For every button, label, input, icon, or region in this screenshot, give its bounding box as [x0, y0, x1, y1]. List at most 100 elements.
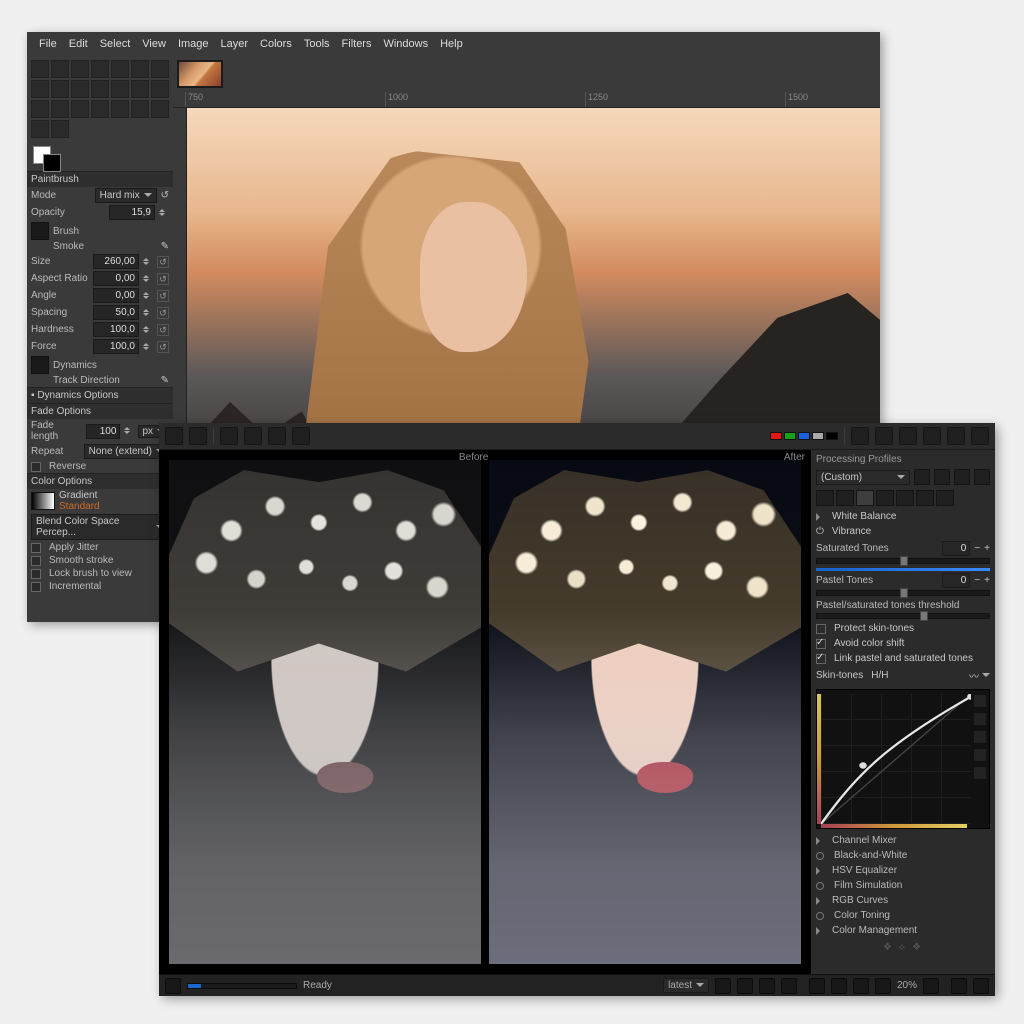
- spacing-reset-icon[interactable]: ↺: [157, 307, 169, 319]
- pas-plus-icon[interactable]: +: [984, 575, 990, 586]
- tab-advanced-icon[interactable]: [876, 490, 894, 506]
- curve-tool-icon[interactable]: [973, 712, 987, 726]
- hardness-spinner[interactable]: [143, 323, 153, 337]
- hardness-reset-icon[interactable]: ↺: [157, 324, 169, 336]
- tab-raw-icon[interactable]: [916, 490, 934, 506]
- curve-tool-icon[interactable]: [973, 694, 987, 708]
- curve-tool-icon[interactable]: [973, 766, 987, 780]
- straighten-tool-icon[interactable]: [244, 427, 262, 445]
- opacity-spinner[interactable]: [159, 206, 169, 220]
- section-bw[interactable]: Black-and-White: [834, 850, 907, 861]
- expander-icon[interactable]: [816, 513, 824, 521]
- saturated-slider[interactable]: [816, 558, 990, 564]
- angle-reset-icon[interactable]: ↺: [157, 290, 169, 302]
- curve-tool-icon[interactable]: [973, 730, 987, 744]
- menu-help[interactable]: Help: [434, 36, 469, 52]
- before-after-icon[interactable]: [875, 427, 893, 445]
- picker-tool-icon[interactable]: [189, 427, 207, 445]
- sat-minus-icon[interactable]: −: [974, 543, 980, 554]
- spacing-value[interactable]: 50,0: [93, 305, 139, 320]
- angle-value[interactable]: 0,00: [93, 288, 139, 303]
- fullscreen-icon[interactable]: [951, 978, 967, 994]
- saturated-value[interactable]: 0: [942, 541, 970, 556]
- menu-tools[interactable]: Tools: [298, 36, 336, 52]
- tab-color-icon[interactable]: [856, 490, 874, 506]
- pas-minus-icon[interactable]: −: [974, 575, 980, 586]
- tool-icon[interactable]: [31, 120, 49, 138]
- menu-filters[interactable]: Filters: [336, 36, 378, 52]
- force-spinner[interactable]: [143, 340, 153, 354]
- incremental-checkbox[interactable]: [31, 582, 41, 592]
- profile-copy-icon[interactable]: [954, 469, 970, 485]
- sat-plus-icon[interactable]: +: [984, 543, 990, 554]
- mode-dropdown[interactable]: Hard mix: [95, 188, 157, 203]
- dynamics-options-expander[interactable]: ▪ Dynamics Options: [27, 387, 173, 403]
- flip-v-icon[interactable]: [971, 427, 989, 445]
- zoom-fit-icon[interactable]: [853, 978, 869, 994]
- rotate-left-icon[interactable]: [899, 427, 917, 445]
- section-rgb[interactable]: RGB Curves: [832, 895, 888, 906]
- vibrance-section[interactable]: Vibrance: [832, 526, 871, 537]
- tool-icon[interactable]: [111, 100, 129, 118]
- fade-length-spinner[interactable]: [124, 424, 134, 438]
- nav-dropdown[interactable]: latest: [663, 978, 709, 993]
- menu-select[interactable]: Select: [94, 36, 137, 52]
- profile-dropdown[interactable]: (Custom): [816, 470, 910, 485]
- threshold-slider[interactable]: [816, 613, 990, 619]
- tool-icon[interactable]: [111, 60, 129, 78]
- blend-space-dropdown[interactable]: Blend Color Space Percep...: [31, 514, 169, 540]
- mode-reset-icon[interactable]: ↺: [161, 190, 169, 201]
- new-window-icon[interactable]: [923, 978, 939, 994]
- tool-icon[interactable]: [131, 60, 149, 78]
- clip-indicator-swatches[interactable]: [770, 432, 838, 440]
- tool-icon[interactable]: [51, 80, 69, 98]
- zoom-in-icon[interactable]: [831, 978, 847, 994]
- expander-icon[interactable]: [816, 867, 824, 875]
- fg-bg-swatch[interactable]: [27, 142, 173, 171]
- tool-icon[interactable]: [151, 100, 169, 118]
- zoom-out-icon[interactable]: [809, 978, 825, 994]
- opacity-value[interactable]: 15,9: [109, 205, 155, 220]
- aspect-spinner[interactable]: [143, 272, 153, 286]
- flip-h-icon[interactable]: [947, 427, 965, 445]
- hand-tool-icon[interactable]: [165, 427, 183, 445]
- tab-detail-icon[interactable]: [836, 490, 854, 506]
- aspect-value[interactable]: 0,00: [93, 271, 139, 286]
- tool-icon[interactable]: [111, 80, 129, 98]
- angle-spinner[interactable]: [143, 289, 153, 303]
- nav-sync-icon[interactable]: [781, 978, 797, 994]
- zoom-100-icon[interactable]: [875, 978, 891, 994]
- tool-icon[interactable]: [71, 80, 89, 98]
- crop-tool-icon[interactable]: [220, 427, 238, 445]
- expander-icon[interactable]: [816, 837, 824, 845]
- avoid-shift-checkbox[interactable]: [816, 639, 826, 649]
- size-spinner[interactable]: [143, 255, 153, 269]
- size-reset-icon[interactable]: ↺: [157, 256, 169, 268]
- link-tones-checkbox[interactable]: [816, 654, 826, 664]
- repeat-dropdown[interactable]: None (extend): [84, 444, 169, 459]
- size-value[interactable]: 260,00: [93, 254, 139, 269]
- menu-file[interactable]: File: [33, 36, 63, 52]
- menu-edit[interactable]: Edit: [63, 36, 94, 52]
- expander-icon[interactable]: [816, 897, 824, 905]
- tool-icon[interactable]: [51, 120, 69, 138]
- rotate-right-icon[interactable]: [923, 427, 941, 445]
- brush-edit-icon[interactable]: ✎: [161, 241, 169, 252]
- smooth-checkbox[interactable]: [31, 556, 41, 566]
- tab-exposure-icon[interactable]: [816, 490, 834, 506]
- force-reset-icon[interactable]: ↺: [157, 341, 169, 353]
- tool-icon[interactable]: [91, 100, 109, 118]
- spacing-spinner[interactable]: [143, 306, 153, 320]
- curve-tool-icon[interactable]: [973, 748, 987, 762]
- nav-play-icon[interactable]: [737, 978, 753, 994]
- menu-colors[interactable]: Colors: [254, 36, 298, 52]
- curve-editor[interactable]: [816, 689, 990, 829]
- menu-layer[interactable]: Layer: [215, 36, 255, 52]
- tool-icon[interactable]: [31, 100, 49, 118]
- reverse-checkbox[interactable]: [31, 462, 41, 472]
- expander-icon[interactable]: [816, 927, 824, 935]
- menu-windows[interactable]: Windows: [377, 36, 434, 52]
- white-balance-section[interactable]: White Balance: [832, 511, 896, 522]
- tool-icon[interactable]: [131, 80, 149, 98]
- force-value[interactable]: 100,0: [93, 339, 139, 354]
